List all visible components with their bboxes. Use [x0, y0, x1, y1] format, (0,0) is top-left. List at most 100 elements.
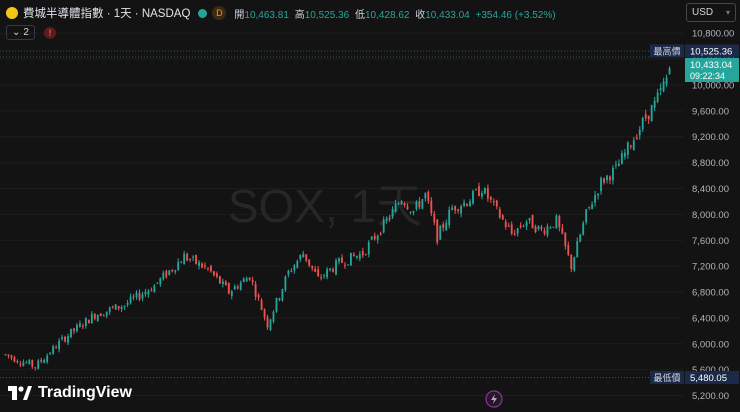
- candle-body: [451, 207, 454, 210]
- candle-body: [522, 226, 525, 228]
- candle-body: [355, 255, 358, 258]
- candle-body: [159, 278, 162, 285]
- candle-body: [379, 233, 382, 235]
- candle-body: [123, 305, 126, 307]
- alert-icon[interactable]: !: [43, 26, 56, 39]
- candle-body: [448, 209, 451, 226]
- candle-body: [516, 228, 519, 234]
- candle-body: [269, 319, 272, 330]
- brand-name: TradingView: [38, 384, 132, 401]
- candle-body: [34, 367, 37, 369]
- candle-body: [537, 225, 540, 230]
- candle-body: [588, 206, 591, 208]
- candle-body: [397, 203, 400, 205]
- y-tick-label: 6,800.00: [692, 288, 729, 299]
- candle-body: [332, 269, 334, 272]
- candle-body: [31, 359, 34, 367]
- price-axis[interactable]: 5,200.005,600.006,000.006,400.006,800.00…: [692, 29, 734, 402]
- candle-body: [641, 117, 644, 130]
- candle-body: [177, 261, 180, 271]
- candle-body: [49, 353, 52, 355]
- candle-body: [16, 360, 19, 363]
- candle-body: [52, 346, 55, 354]
- candle-body: [305, 254, 308, 261]
- candle-body: [281, 289, 284, 301]
- candle-body: [138, 292, 141, 300]
- candle-body: [349, 252, 352, 266]
- candle-body: [391, 208, 394, 217]
- flash-icon[interactable]: [485, 390, 503, 408]
- candle-body: [415, 201, 418, 209]
- candle-body: [266, 316, 269, 328]
- high-label: 高: [294, 9, 305, 21]
- candle-body: [576, 241, 579, 258]
- candle-body: [344, 264, 346, 266]
- candle-body: [99, 313, 102, 317]
- candle-body: [668, 68, 671, 75]
- candle-body: [263, 309, 266, 318]
- candle-body: [40, 359, 43, 362]
- y-tick-label: 8,000.00: [692, 210, 729, 221]
- candle-body: [388, 218, 391, 220]
- currency-select[interactable]: USD ▾: [686, 3, 736, 22]
- candle-body: [28, 360, 31, 364]
- candle-body: [430, 200, 433, 214]
- high-marker-value: 10,525.36: [690, 47, 732, 58]
- candle-body: [424, 193, 427, 199]
- candle-body: [221, 281, 224, 285]
- candle-body: [472, 191, 474, 204]
- candle-body: [236, 286, 239, 289]
- candle-body: [454, 206, 457, 211]
- symbol-title[interactable]: 費城半導體指數 · 1天 · NASDAQ: [23, 5, 190, 21]
- candle-body: [570, 254, 573, 269]
- market-open-icon: [198, 8, 208, 18]
- delayed-data-badge[interactable]: D: [212, 6, 227, 20]
- candle-body: [603, 178, 605, 183]
- candle-body: [483, 188, 486, 194]
- candle-body: [132, 296, 135, 298]
- candle-body: [180, 262, 183, 264]
- candle-body: [135, 292, 138, 297]
- change-value: +354.46 (+3.52%): [475, 9, 556, 21]
- tradingview-logo[interactable]: TradingView: [8, 384, 132, 402]
- candle-body: [513, 233, 516, 235]
- candle-body: [120, 307, 123, 310]
- candle-body: [626, 142, 629, 155]
- candle-body: [108, 307, 111, 312]
- price-chart[interactable]: SOX, 1天 5,200.005,600.006,000.006,400.00…: [0, 0, 740, 412]
- candle-body: [153, 285, 156, 293]
- close-value: 10,433.04: [425, 9, 470, 21]
- candle-body: [201, 263, 203, 268]
- candle-body: [174, 270, 177, 272]
- candle-body: [400, 201, 403, 205]
- candle-body: [617, 163, 620, 167]
- low-value: 10,428.62: [364, 9, 410, 21]
- candle-body: [534, 226, 537, 232]
- candle-body: [272, 311, 275, 322]
- tradingview-logo-icon: [8, 386, 32, 400]
- candle-body: [531, 215, 534, 229]
- candle-body: [195, 254, 197, 264]
- candle-body: [478, 186, 480, 197]
- candle-body: [275, 297, 278, 312]
- candle-body: [638, 129, 641, 136]
- candle-body: [186, 253, 189, 261]
- candle-body: [10, 355, 13, 358]
- candle-body: [4, 354, 7, 356]
- candle-body: [254, 284, 257, 297]
- candle-body: [335, 260, 337, 275]
- candle-body: [463, 202, 465, 206]
- candle-body: [498, 209, 501, 218]
- indicator-count: 2: [23, 27, 29, 38]
- candle-body: [525, 221, 528, 227]
- candle-body: [510, 224, 513, 234]
- candle-body: [615, 164, 617, 166]
- candle-body: [96, 315, 99, 321]
- candle-body: [287, 270, 290, 275]
- candle-body: [58, 340, 61, 350]
- collapse-indicators-button[interactable]: ⌄ 2: [6, 25, 35, 40]
- candle-body: [481, 193, 483, 197]
- candle-body: [665, 77, 668, 85]
- close-label: 收: [415, 9, 426, 21]
- candle-body: [486, 187, 489, 199]
